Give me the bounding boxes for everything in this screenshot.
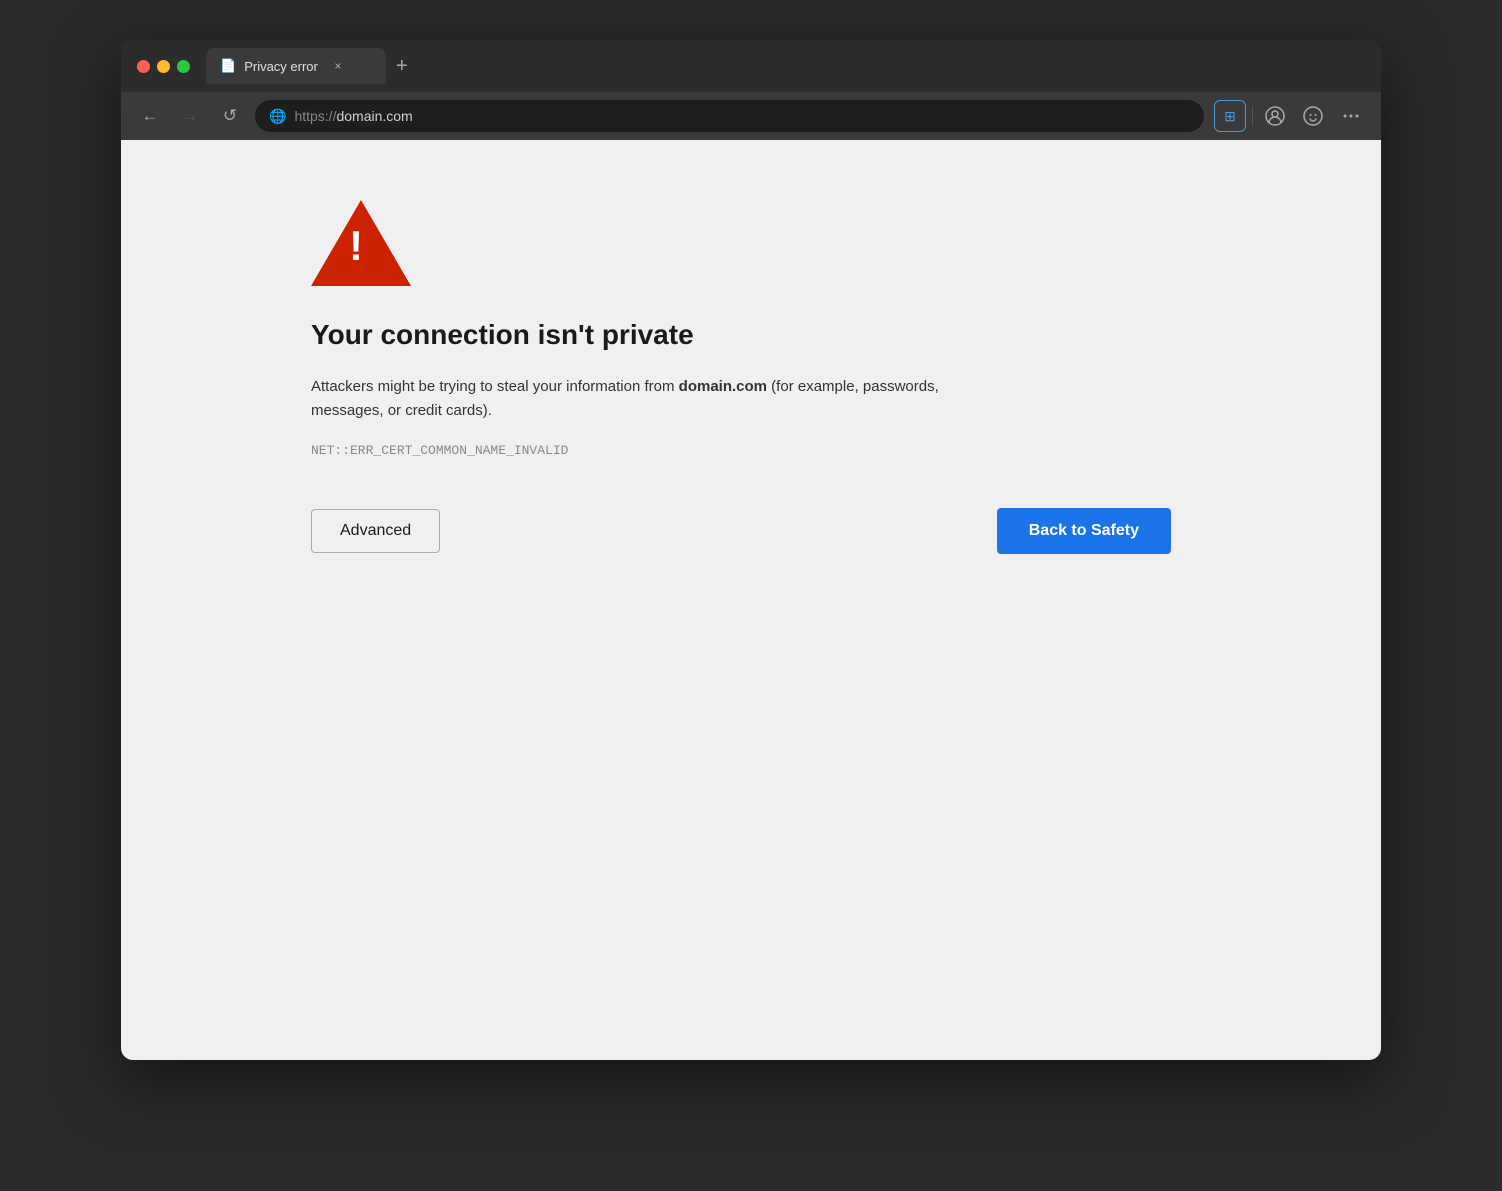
traffic-lights [137,60,190,73]
active-tab[interactable]: 📄 Privacy error × [206,48,386,84]
error-description: Attackers might be trying to steal your … [311,375,1011,423]
more-options-button[interactable] [1335,100,1367,132]
tab-title: Privacy error [244,59,318,74]
back-to-safety-button[interactable]: Back to Safety [997,508,1171,554]
tab-close-button[interactable]: × [330,58,346,74]
refresh-button[interactable]: ↺ [215,101,245,131]
new-tab-button[interactable]: + [392,51,412,82]
address-text: https://domain.com [294,108,412,124]
toolbar: ← → ↺ 🌐 https://domain.com ⊞ [121,92,1381,140]
toolbar-right-icons: ⊞ [1214,100,1367,132]
emoji-button[interactable] [1297,100,1329,132]
warning-triangle-icon [311,200,411,286]
user-account-button[interactable] [1259,100,1291,132]
error-title: Your connection isn't private [311,319,1381,351]
minimize-traffic-light[interactable] [157,60,170,73]
toolbar-divider [1252,106,1253,126]
error-code: NET::ERR_CERT_COMMON_NAME_INVALID [311,443,1381,458]
maximize-traffic-light[interactable] [177,60,190,73]
address-domain: domain.com [336,108,412,124]
address-bar[interactable]: 🌐 https://domain.com [255,100,1204,132]
tab-area: 📄 Privacy error × + [206,48,1365,84]
description-domain: domain.com [679,378,767,395]
close-traffic-light[interactable] [137,60,150,73]
advanced-button[interactable]: Advanced [311,509,440,553]
warning-icon-wrap [311,200,1381,291]
title-bar: 📄 Privacy error × + [121,40,1381,92]
tab-page-icon: 📄 [220,58,236,74]
page-content: Your connection isn't private Attackers … [121,140,1381,1060]
shield-button[interactable]: ⊞ [1214,100,1246,132]
address-protocol: https:// [294,108,336,124]
globe-icon: 🌐 [269,108,286,125]
browser-window: 📄 Privacy error × + ← → ↺ 🌐 https://doma… [121,40,1381,1060]
back-button[interactable]: ← [135,101,165,131]
forward-button[interactable]: → [175,101,205,131]
button-row: Advanced Back to Safety [311,508,1171,554]
description-prefix: Attackers might be trying to steal your … [311,378,679,395]
